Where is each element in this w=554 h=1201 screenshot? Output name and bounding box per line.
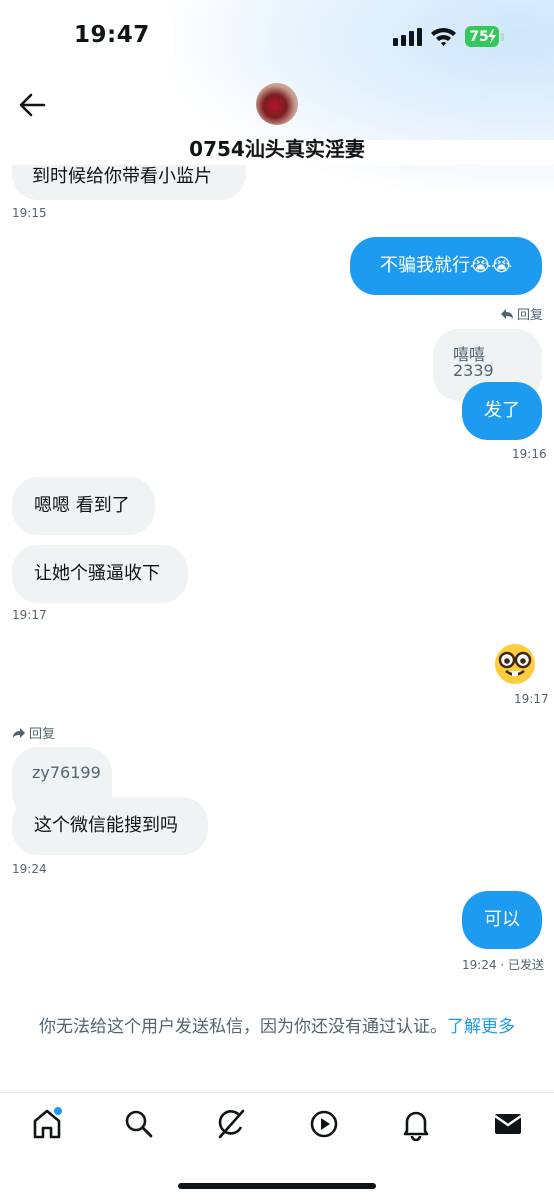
- message-bubble-outgoing[interactable]: 可以: [462, 891, 542, 949]
- message-timestamp: 19:17: [514, 692, 549, 706]
- avatar[interactable]: [256, 83, 298, 125]
- nerd-face-icon[interactable]: [494, 643, 536, 685]
- search-icon: [125, 1110, 153, 1138]
- message-timestamp: 19:24: [12, 862, 47, 876]
- message-bubble-incoming[interactable]: 这个微信能搜到吗: [12, 797, 208, 855]
- back-arrow-icon[interactable]: [18, 93, 46, 117]
- reply-label: 回复: [29, 727, 56, 742]
- reply-arrow-icon: [13, 727, 25, 738]
- message-timestamp: 19:15: [12, 206, 47, 220]
- home-indicator: [178, 1183, 376, 1189]
- conversation-header: 0754汕头真实淫妻: [0, 75, 554, 165]
- reply-arrow-icon: [501, 308, 513, 319]
- message-timestamp: 19:17: [12, 608, 47, 622]
- battery-cap: [501, 33, 504, 41]
- learn-more-link[interactable]: 了解更多: [447, 1017, 515, 1037]
- message-timestamp: 19:16: [512, 447, 547, 461]
- tab-notifications[interactable]: [399, 1107, 433, 1142]
- message-bubble-outgoing[interactable]: 不骗我就行😭😭: [350, 237, 542, 295]
- battery-icon: 75: [465, 26, 505, 48]
- charging-bolt-icon: [488, 29, 496, 44]
- message-bubble-incoming[interactable]: 嗯嗯 看到了: [12, 477, 155, 535]
- status-time: 19:47: [74, 22, 150, 48]
- tab-messages[interactable]: [491, 1107, 525, 1141]
- tab-grok[interactable]: [214, 1107, 248, 1141]
- notification-dot: [52, 1105, 64, 1117]
- message-bubble-incoming[interactable]: 让她个骚逼收下: [12, 545, 188, 603]
- reply-label: 回复: [517, 308, 544, 323]
- conversation-title[interactable]: 0754汕头真实淫妻: [0, 133, 554, 162]
- cellular-signal-icon: [393, 28, 422, 46]
- message-cut-text: 到时候给你带看小监片: [32, 166, 212, 187]
- grok-icon: [218, 1109, 245, 1139]
- bell-icon: [403, 1111, 429, 1142]
- tab-video[interactable]: [307, 1107, 341, 1141]
- notice-text: 你无法给这个用户发送私信，因为你还没有通过认证。: [39, 1017, 447, 1037]
- reply-action[interactable]: 回复: [500, 304, 543, 323]
- message-bubble-outgoing[interactable]: 发了: [462, 382, 542, 440]
- video-play-icon: [310, 1110, 338, 1138]
- wifi-icon: [431, 27, 456, 46]
- mail-icon: [494, 1114, 522, 1134]
- reply-action[interactable]: 回复: [12, 723, 55, 742]
- message-timestamp-sent: 19:24 · 已发送: [462, 958, 545, 972]
- status-bar: 19:47 75: [0, 0, 554, 75]
- dm-restriction-notice: 你无法给这个用户发送私信，因为你还没有通过认证。了解更多: [0, 1012, 554, 1037]
- tab-search[interactable]: [122, 1107, 156, 1141]
- tab-home[interactable]: [30, 1105, 64, 1141]
